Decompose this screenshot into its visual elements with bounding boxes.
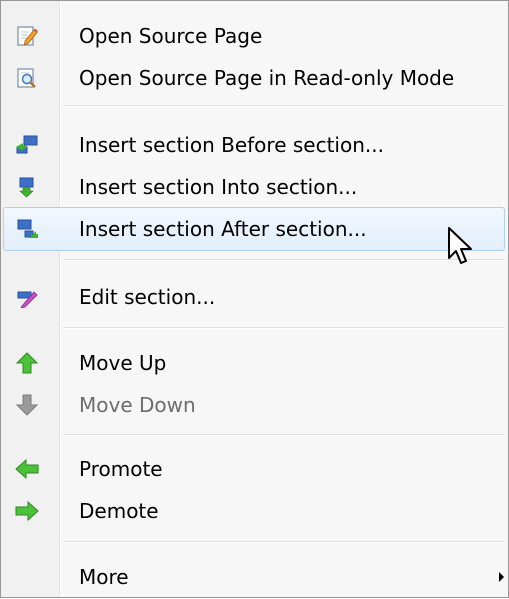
menu-item-promote[interactable]: Promote (3, 447, 505, 491)
menu-item-edit-section[interactable]: Edit section... (3, 275, 505, 319)
arrow-left-icon (15, 458, 39, 480)
edit-section-icon (15, 286, 39, 309)
menu-item-label: Insert section After section... (79, 217, 367, 241)
menu-item-label: Move Up (79, 351, 167, 375)
menu-item-label: Edit section... (79, 285, 216, 309)
mouse-pointer-icon (448, 227, 472, 264)
insert-after-icon (15, 218, 39, 240)
arrow-down-icon (15, 394, 39, 416)
menu-separator (63, 541, 504, 543)
menu-item-demote[interactable]: Demote (3, 489, 505, 533)
menu-separator (63, 105, 504, 107)
menu-item-label: Move Down (79, 393, 196, 417)
insert-before-icon (15, 134, 39, 156)
menu-separator (63, 434, 504, 436)
arrow-up-icon (15, 352, 39, 374)
menu-item-label: Open Source Page (79, 24, 263, 48)
menu-separator (63, 327, 504, 329)
view-page-icon (15, 67, 39, 89)
menu-item-move-up[interactable]: Move Up (3, 341, 505, 385)
menu-item-label: Open Source Page in Read-only Mode (79, 66, 455, 90)
edit-page-icon (15, 25, 39, 47)
menu-item-open-source-page-readonly[interactable]: Open Source Page in Read-only Mode (3, 56, 505, 100)
menu-item-label: More (79, 565, 129, 589)
menu-item-insert-before[interactable]: Insert section Before section... (3, 123, 505, 167)
menu-item-label: Insert section Before section... (79, 133, 384, 157)
menu-item-insert-after[interactable]: Insert section After section... (3, 207, 505, 251)
menu-item-open-source-page[interactable]: Open Source Page (3, 14, 505, 58)
menu-item-move-down: Move Down (3, 383, 505, 427)
menu-separator (63, 259, 504, 261)
menu-item-insert-into[interactable]: Insert section Into section... (3, 165, 505, 209)
arrow-right-icon (15, 500, 39, 522)
insert-into-icon (15, 176, 39, 198)
menu-item-label: Demote (79, 499, 159, 523)
menu-item-more[interactable]: More (3, 555, 505, 599)
context-menu: Open Source Page Open Source Page in Rea… (0, 0, 509, 598)
menu-item-label: Insert section Into section... (79, 175, 358, 199)
menu-item-label: Promote (79, 457, 163, 481)
submenu-arrow-icon (499, 572, 504, 582)
